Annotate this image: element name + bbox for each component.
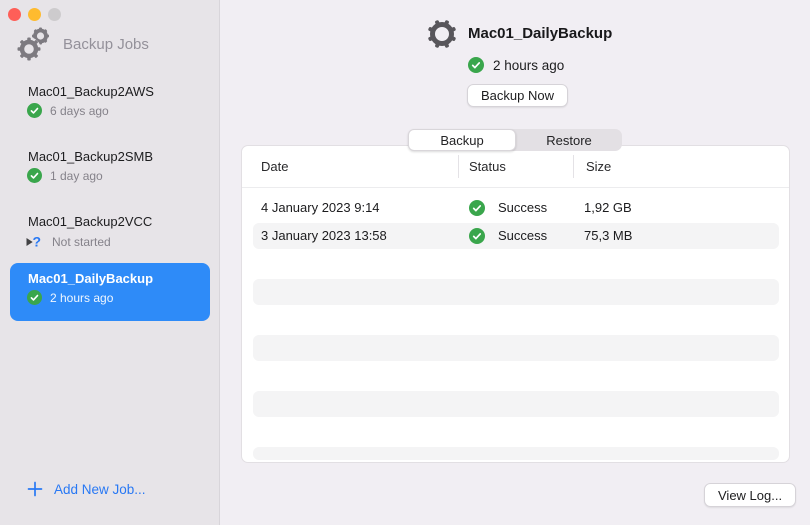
empty-row [242,446,789,462]
job-status: ? Not started [23,233,111,250]
tab-backup[interactable]: Backup [408,129,516,151]
sidebar-item-backup2smb[interactable]: Mac01_Backup2SMB 1 day ago [10,141,210,199]
job-status: 1 day ago [27,168,103,183]
column-header-size: Size [586,159,612,174]
svg-text:?: ? [33,234,42,250]
job-status-label: Not started [52,234,111,249]
column-header-status: Status [469,159,506,174]
sidebar-title: Backup Jobs [63,35,149,53]
job-status: 6 days ago [27,103,109,118]
job-name: Mac01_Backup2VCC [28,214,153,229]
backup-restore-tabs: Backup Restore [408,129,622,151]
table-header: Date Status Size [242,146,789,188]
success-check-icon [27,290,42,305]
window-controls [8,8,61,21]
empty-row [242,390,789,418]
cell-date: 4 January 2023 9:14 [261,200,380,215]
sidebar-item-backup2vcc[interactable]: Mac01_Backup2VCC ? Not started [10,206,210,264]
backup-now-button[interactable]: Backup Now [467,84,568,107]
view-log-button[interactable]: View Log... [704,483,797,507]
job-gear-icon [428,20,456,48]
add-new-job-button[interactable]: Add New Job... [27,481,146,497]
gears-icon [17,27,49,61]
success-check-icon [469,200,485,216]
success-check-icon [27,168,42,183]
table-row[interactable]: 4 January 2023 9:14 Success 1,92 GB [242,194,789,222]
not-started-icon: ? [26,234,42,250]
minimize-button[interactable] [28,8,41,21]
success-check-icon [469,228,485,244]
success-check-icon [468,57,484,73]
plus-icon [27,481,43,497]
empty-row [242,334,789,362]
column-divider [458,155,459,178]
cell-status: Success [498,200,548,215]
last-run-status: 2 hours ago [468,57,564,73]
job-status-label: 1 day ago [50,168,103,183]
cell-date: 3 January 2023 13:58 [261,228,387,243]
column-header-date: Date [261,159,289,174]
history-table-card: Date Status Size 4 January 2023 9:14 Suc… [241,145,790,463]
job-name: Mac01_Backup2AWS [28,84,154,99]
add-new-job-label: Add New Job... [54,481,146,497]
close-button[interactable] [8,8,21,21]
job-name: Mac01_DailyBackup [28,271,154,286]
cell-status: Success [498,228,548,243]
table-row[interactable]: 3 January 2023 13:58 Success 75,3 MB [242,222,789,250]
column-divider [573,155,574,178]
job-status: 2 hours ago [27,290,113,305]
sidebar-header: Backup Jobs [15,24,149,64]
last-run-label: 2 hours ago [493,57,565,73]
job-name: Mac01_Backup2SMB [28,149,154,164]
zoom-button-disabled [48,8,61,21]
cell-size: 1,92 GB [584,200,632,215]
job-status-label: 2 hours ago [50,290,114,305]
cell-size: 75,3 MB [584,228,633,243]
sidebar-item-dailybackup[interactable]: Mac01_DailyBackup 2 hours ago [10,263,210,321]
success-check-icon [27,103,42,118]
sidebar-item-backup2aws[interactable]: Mac01_Backup2AWS 6 days ago [10,76,210,134]
sidebar: Backup Jobs Mac01_Backup2AWS 6 days ago … [0,0,220,525]
empty-row [242,278,789,306]
app-window: Backup Jobs Mac01_Backup2AWS 6 days ago … [0,0,810,525]
tab-restore[interactable]: Restore [516,129,622,151]
page-title: Mac01_DailyBackup [468,25,613,42]
job-status-label: 6 days ago [50,103,109,118]
